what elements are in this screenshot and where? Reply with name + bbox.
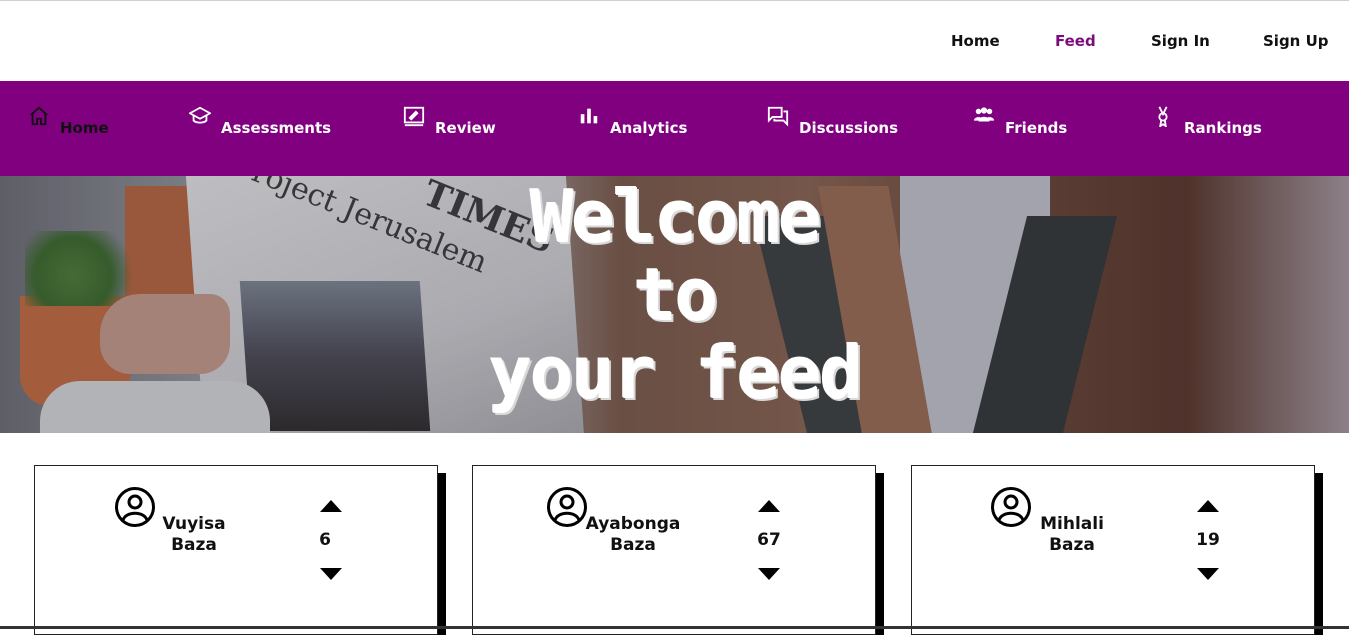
menu-item-label: Discussions [799, 119, 899, 137]
menu-item-label: Assessments [221, 119, 332, 137]
menu-item-friends[interactable]: Friends [973, 105, 1067, 137]
upvote-arrow-icon[interactable] [320, 500, 342, 512]
main-menu-bar: Home Assessments Review Analytics Discus… [0, 81, 1349, 176]
nav-sign-in-link[interactable]: Sign In [1151, 32, 1210, 50]
menu-item-review[interactable]: Review [403, 105, 496, 137]
menu-item-home[interactable]: Home [28, 105, 109, 137]
user-card: Ayabonga Baza 67 [472, 465, 876, 635]
user-card: Mihlali Baza 19 [911, 465, 1315, 635]
hero-title: Welcome to your feed [440, 178, 910, 412]
downvote-arrow-icon[interactable] [1197, 568, 1219, 580]
user-first-name: Vuyisa [162, 514, 226, 534]
menu-item-label: Home [60, 119, 109, 137]
user-last-name: Baza [610, 535, 656, 555]
user-first-name: Ayabonga [585, 514, 681, 534]
menu-item-label: Analytics [610, 119, 688, 137]
bar-chart-icon [578, 105, 600, 127]
graduation-cap-icon [189, 105, 211, 127]
menu-item-assessments[interactable]: Assessments [189, 105, 331, 137]
user-last-name: Baza [1049, 535, 1095, 555]
menu-item-label: Review [435, 119, 496, 137]
menu-item-label: Rankings [1184, 119, 1262, 137]
vote-score: 19 [1196, 530, 1220, 550]
upvote-arrow-icon[interactable] [758, 500, 780, 512]
nav-feed-link[interactable]: Feed [1055, 32, 1096, 50]
hero-title-line: to [633, 253, 719, 337]
top-nav: Home Feed Sign In Sign Up [0, 1, 1349, 81]
award-icon [1152, 105, 1174, 127]
vote-score: 67 [757, 530, 781, 550]
downvote-arrow-icon[interactable] [758, 568, 780, 580]
chat-bubbles-icon [767, 105, 789, 127]
user-first-name: Mihlali [1040, 514, 1104, 534]
hero-title-line: Welcome [530, 175, 821, 259]
user-name: Mihlali Baza [1017, 514, 1127, 556]
user-name: Ayabonga Baza [578, 514, 688, 556]
nav-sign-up-link[interactable]: Sign Up [1263, 32, 1329, 50]
hero-title-line: your feed [488, 331, 863, 415]
user-last-name: Baza [171, 535, 217, 555]
vote-score: 6 [319, 530, 331, 550]
menu-item-analytics[interactable]: Analytics [578, 105, 687, 137]
menu-item-rankings[interactable]: Rankings [1152, 105, 1262, 137]
menu-item-label: Friends [1005, 119, 1068, 137]
group-icon [973, 105, 995, 127]
menu-item-discussions[interactable]: Discussions [767, 105, 898, 137]
user-name: Vuyisa Baza [139, 514, 249, 556]
nav-home-link[interactable]: Home [951, 32, 1000, 50]
edit-note-icon [403, 105, 425, 127]
user-card: Vuyisa Baza 6 [34, 465, 438, 635]
downvote-arrow-icon[interactable] [320, 568, 342, 580]
home-icon [28, 105, 50, 127]
upvote-arrow-icon[interactable] [1197, 500, 1219, 512]
